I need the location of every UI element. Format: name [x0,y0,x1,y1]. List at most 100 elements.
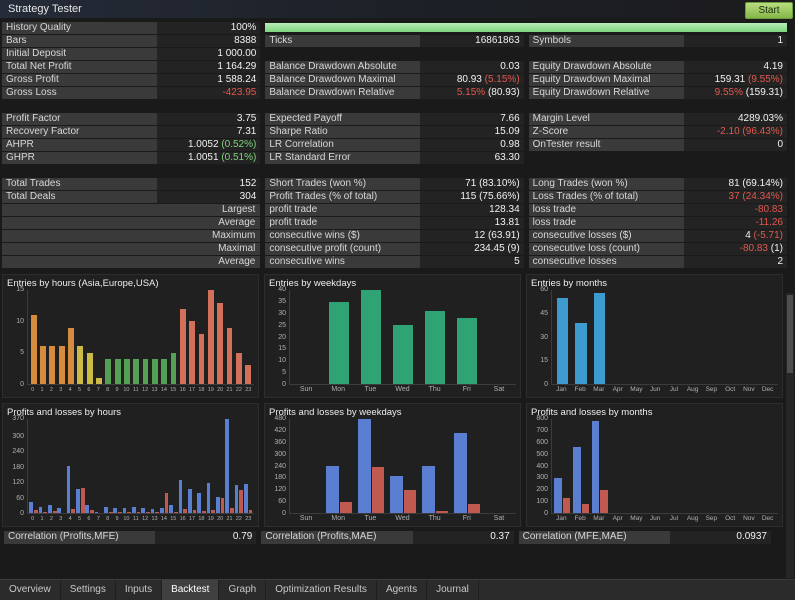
stat-value-part: (96.43%) [742,126,783,137]
bar-group [244,290,253,384]
bar [118,512,122,513]
vertical-scrollbar[interactable] [786,293,794,578]
charts-section: Entries by hours (Asia,Europe,USA)051015… [0,269,795,544]
y-tick-label: 0 [7,510,24,517]
stat-value-part: 12 (63.91) [474,230,520,241]
plot-area [27,419,254,514]
stat-label: profit trade [265,204,420,216]
tab-optimization-results[interactable]: Optimization Results [266,580,377,600]
stat-cell: Profit Trades (% of total) 115 (75.66%) [265,191,523,203]
bar [81,488,85,513]
stat-value-part: 0 [777,139,783,150]
bar-group [646,290,665,384]
x-tick-label: Wed [386,514,418,524]
chart-body: 015304560JanFebMarAprMayJunJulAugSepOctN… [531,290,778,395]
bar-group [141,419,150,513]
stat-value-part: 115 (75.66%) [460,191,519,202]
stat-label: consecutive loss (count) [529,243,684,255]
bar [189,321,195,384]
tab-graph[interactable]: Graph [219,580,266,600]
y-tick-label: 480 [269,415,286,422]
stat-value: 1 [684,35,787,47]
x-tick-label: May [627,514,646,524]
scrollbar-thumb[interactable] [787,295,793,373]
x-tick-label: 10 [122,385,131,395]
bar-group [665,290,684,384]
tab-journal[interactable]: Journal [427,580,479,600]
x-tick-label: 11 [131,514,140,524]
bar [594,293,606,384]
correlation-label: Correlation (MFE,MAE) [519,531,670,544]
correlation-label: Correlation (Profits,MAE) [261,531,412,544]
stat-cell: consecutive losses2 [529,256,787,268]
bar [235,485,239,513]
x-tick-label: 16 [178,385,187,395]
stat-value-part: 152 [240,178,257,189]
bar-group [387,290,419,384]
stat-value: 0.03 [420,61,523,73]
y-tick-label: 700 [531,427,548,434]
bar-group [169,290,178,384]
bar-group [94,290,103,384]
y-tick-label: 100 [531,498,548,505]
stat-value-part: 4 [745,230,753,241]
stat-value-part: 7.66 [500,113,519,124]
stat-label: Profit Trades (% of total) [265,191,420,203]
x-tick-label: Thu [419,514,451,524]
stat-cell: loss trade-80.83 [529,204,787,216]
x-tick-label: Dec [758,514,777,524]
x-tick-label: 14 [159,385,168,395]
stat-cell: Equity Drawdown Absolute4.19 [529,61,787,73]
tab-backtest[interactable]: Backtest [162,580,219,600]
x-tick-label: 11 [131,385,140,395]
x-tick-label: Mar [590,385,609,395]
stat-value-part: 63.30 [495,152,520,163]
tab-settings[interactable]: Settings [61,580,116,600]
bar [34,510,38,513]
x-tick-label: Nov [740,385,759,395]
bar [468,504,481,513]
chart-panel: Profits and losses by hours0601201802403… [2,403,259,527]
tab-inputs[interactable]: Inputs [116,580,162,600]
y-tick-label: 600 [531,439,548,446]
stat-cell: Total Trades152 [2,178,260,190]
correlation-cell: Correlation (Profits,MFE)0.79 [4,531,256,544]
bar-group [225,290,234,384]
bar-group [206,419,215,513]
bar [208,290,214,384]
stat-value-part: 5.15% [457,87,488,98]
start-button[interactable]: Start [745,2,793,19]
stat-cell: Short Trades (won %)71 (83.10%) [265,178,523,190]
y-tick-label: 360 [269,439,286,446]
stat-label: Short Trades (won %) [265,178,420,190]
bar [216,497,220,514]
stat-label: GHPR [2,152,157,164]
stat-label: Loss Trades (% of total) [529,191,684,203]
stat-label: consecutive profit (count) [265,243,420,255]
bar-group [29,290,38,384]
tab-agents[interactable]: Agents [377,580,427,600]
stat-cell: Bars8388 [2,35,260,47]
stat-value: 63.30 [420,152,523,164]
x-tick-label: 15 [169,385,178,395]
y-tick-label: 0 [531,510,548,517]
y-tick-label: 0 [531,381,548,388]
bar [404,490,417,514]
bar-group [665,419,684,513]
bar-group [483,290,515,384]
stat-cell: consecutive losses ($)4 (-5.71) [529,230,787,242]
bar [90,510,94,513]
stats-row: AHPR1.0052 (0.52%)LR Correlation0.98OnTe… [2,139,787,151]
bar-group [244,419,253,513]
stat-value: 152 [157,178,260,190]
x-tick-label: Mon [322,385,354,395]
stat-cell: Equity Drawdown Relative9.55% (159.31) [529,87,787,99]
bar [68,328,74,384]
chart-main: 01234567891011121314151617181920212223 [27,290,254,395]
bar-group [702,290,721,384]
bar [592,421,599,513]
x-tick-label: Jan [552,385,571,395]
chart-main: JanFebMarAprMayJunJulAugSepOctNovDec [551,419,778,524]
tab-overview[interactable]: Overview [0,580,61,600]
stats-row: Profit Factor3.75Expected Payoff7.66Marg… [2,113,787,125]
